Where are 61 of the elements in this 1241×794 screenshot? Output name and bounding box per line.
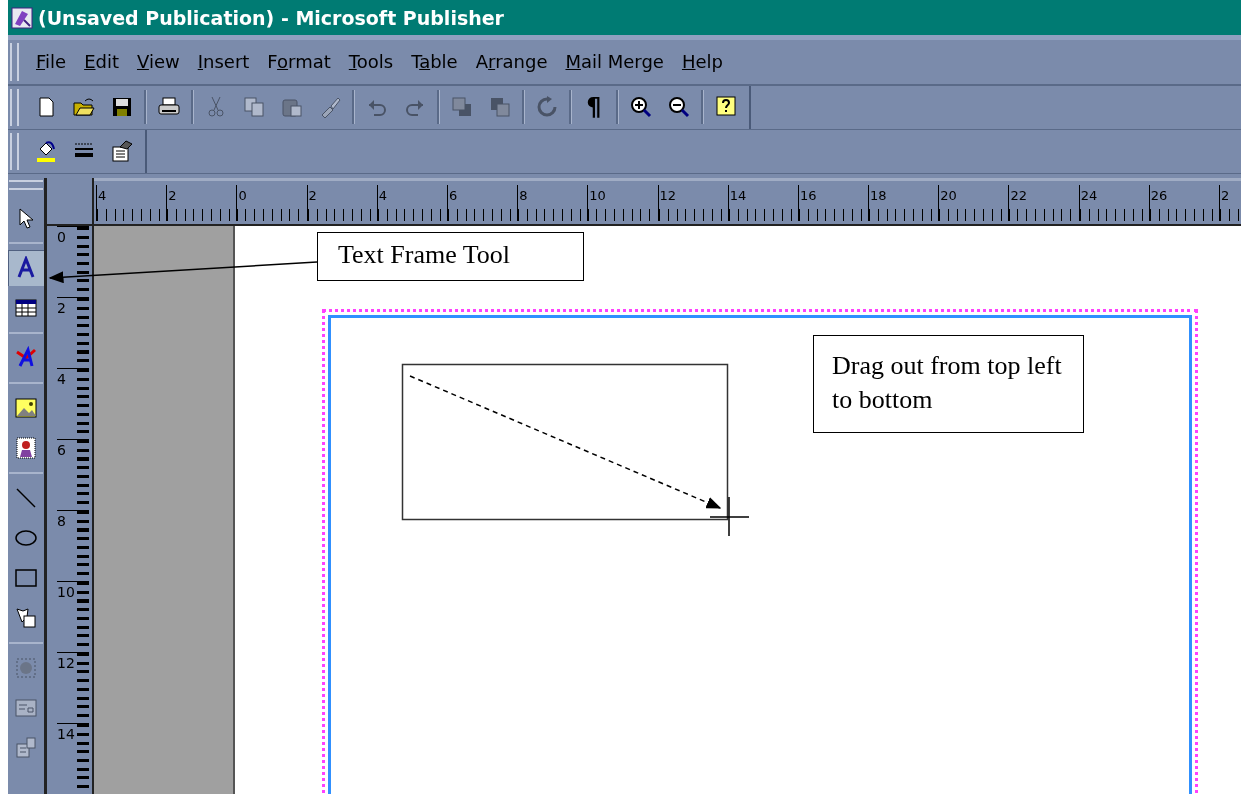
menu-item[interactable]: View [128, 51, 189, 73]
clip-art-figure-icon [14, 436, 38, 460]
toolbar-grip[interactable] [10, 88, 19, 126]
ruler-number: 8 [57, 513, 66, 529]
menu-item[interactable]: Insert [188, 51, 259, 73]
ruler-number: 14 [728, 188, 747, 204]
ruler-number: 4 [377, 188, 388, 204]
callout-label: Drag out from top left to bottom [813, 335, 1084, 433]
paint-bucket-icon [34, 139, 58, 164]
table-grid-icon [14, 296, 38, 320]
menu-item[interactable]: Edit [75, 51, 128, 73]
ruler-number: 14 [57, 726, 75, 742]
ruler-number: 22 [1009, 188, 1027, 204]
ruler-number: 4 [57, 371, 66, 387]
ruler-number: 6 [447, 188, 458, 204]
callout-label: Text Frame Tool [317, 232, 584, 281]
ruler-number: 2 [167, 188, 177, 204]
zoom-in-icon [629, 95, 653, 120]
ruler-number: 4 [97, 188, 107, 204]
custom-shapes-icon [14, 606, 38, 630]
copy-icon [242, 95, 266, 120]
ruler-number: 16 [798, 188, 817, 204]
ruler-number: 10 [588, 188, 606, 204]
diagonal-line-icon [14, 486, 38, 510]
ruler-number: 0 [57, 229, 66, 245]
ruler-number: 24 [1079, 188, 1098, 204]
letter-a-button[interactable] [8, 250, 44, 286]
ruler-number: 6 [57, 442, 66, 458]
menu-item[interactable]: Mail Merge [556, 51, 673, 73]
ruler-number: 2 [1220, 188, 1230, 204]
crosshair-cursor [709, 496, 750, 537]
pilcrow-button[interactable]: ¶ [575, 88, 613, 127]
menu-item[interactable]: Tools [339, 51, 403, 73]
ruler-number: 2 [57, 300, 66, 316]
window-title: (Unsaved Publication) - Microsoft Publisher [38, 6, 504, 29]
ruler-number: 8 [518, 188, 528, 204]
ruler-number: 0 [237, 188, 247, 204]
send-to-back-icon [488, 95, 512, 120]
form-control-icon [14, 696, 38, 720]
ruler-number: 20 [939, 188, 957, 204]
landscape-picture-icon [14, 396, 38, 420]
toolbar-grip[interactable] [10, 132, 19, 170]
hotspot-icon [14, 656, 38, 680]
ruler-number: 12 [57, 655, 75, 671]
menu-item[interactable]: Arrange [466, 51, 557, 73]
toolbar-grip[interactable] [9, 180, 43, 190]
properties-icon [110, 139, 134, 164]
menu-item[interactable]: File [27, 51, 76, 73]
toolbar-grip[interactable] [10, 43, 19, 81]
menu-item[interactable]: Table [402, 51, 467, 73]
ruler-number: 26 [1149, 188, 1168, 204]
ruler-number: 12 [658, 188, 677, 204]
zoom-out-icon [667, 95, 691, 120]
app-icon [10, 5, 34, 30]
ruler-number: 2 [307, 188, 317, 204]
rectangle-icon [14, 566, 38, 590]
menu-item[interactable]: Format [258, 51, 340, 73]
html-fragment-icon [14, 736, 38, 760]
menu-item[interactable]: Help [672, 51, 732, 73]
ruler-number: 18 [869, 188, 887, 204]
ruler-number: 10 [57, 584, 75, 600]
